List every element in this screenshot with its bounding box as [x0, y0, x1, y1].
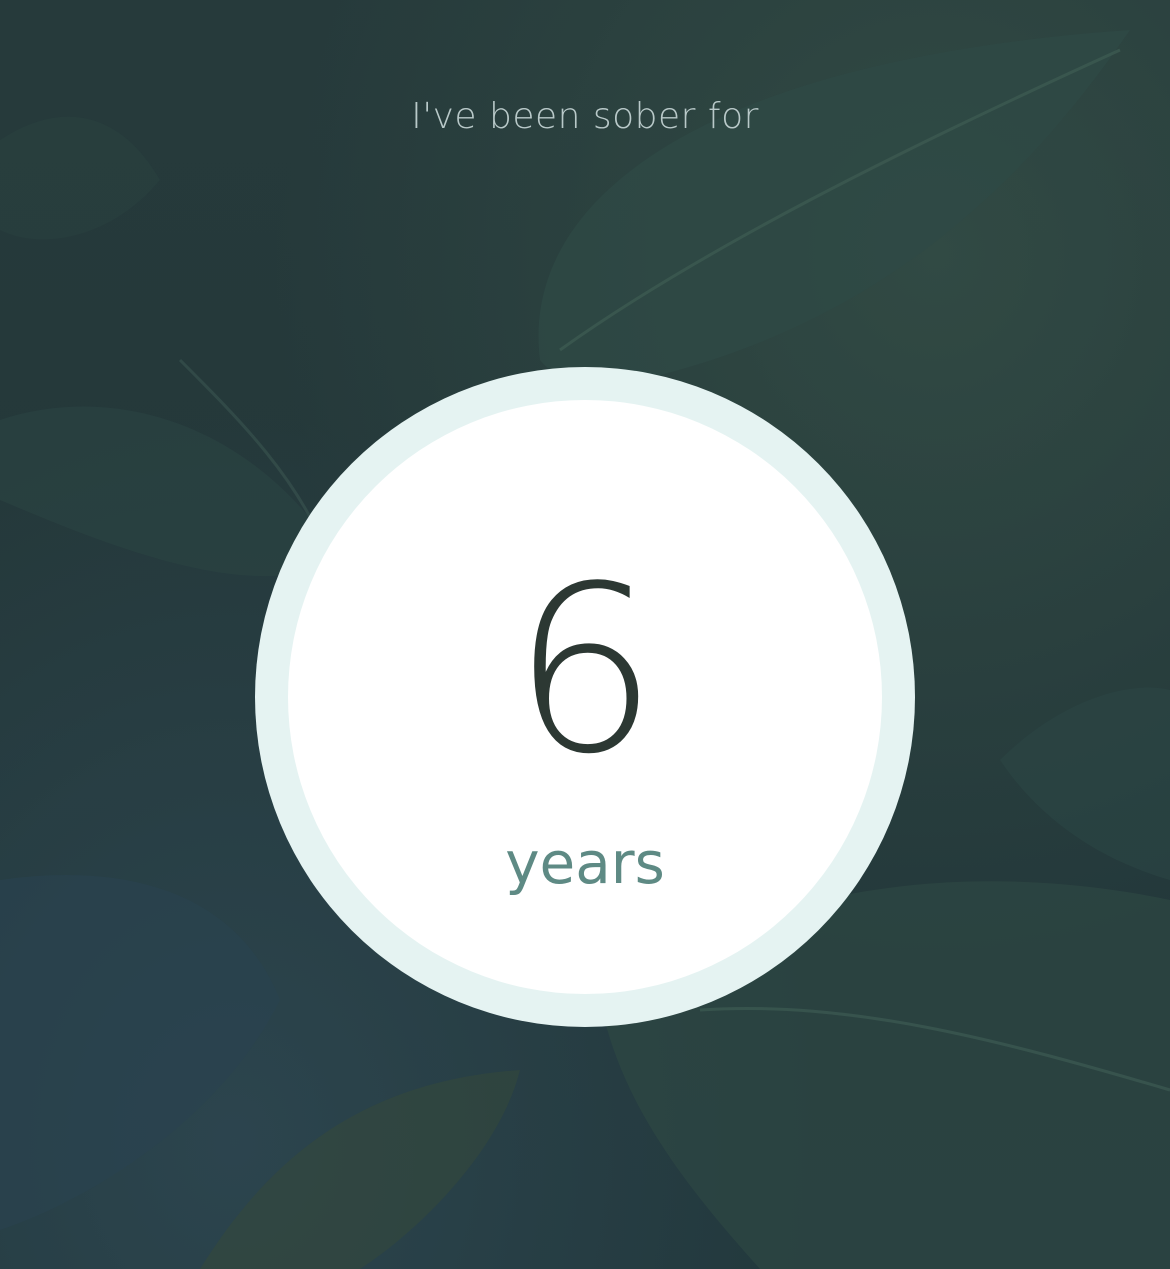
- sobriety-counter-screen: I've been sober for 6 years: [0, 0, 1170, 1269]
- sobriety-count-unit: years: [505, 829, 665, 897]
- sobriety-counter-circle[interactable]: 6 years: [288, 400, 882, 994]
- sober-duration-caption: I've been sober for: [411, 96, 759, 137]
- sobriety-counter-ring[interactable]: 6 years: [255, 367, 915, 1027]
- sobriety-count-value: 6: [511, 538, 659, 805]
